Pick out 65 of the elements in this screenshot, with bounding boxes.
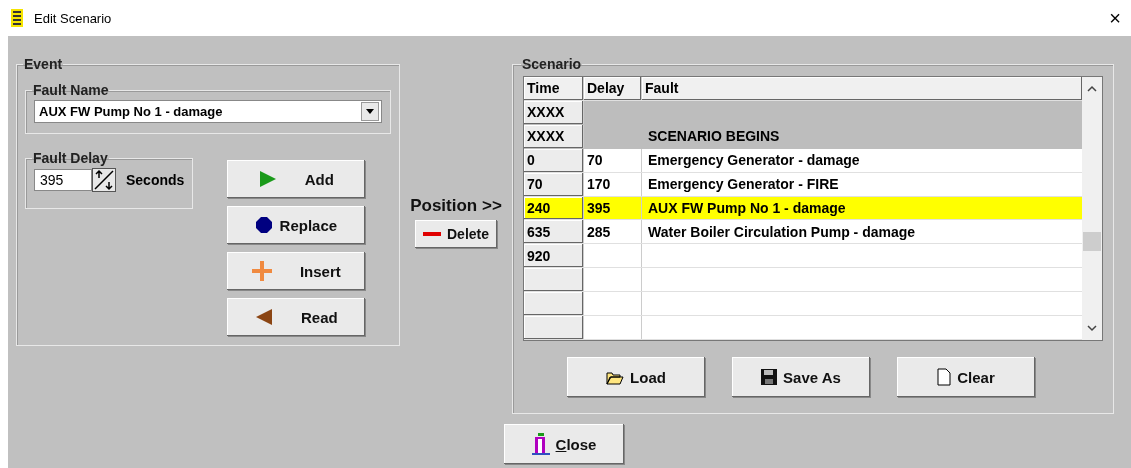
caret-icon	[366, 109, 374, 114]
column-header: Fault	[642, 77, 1082, 100]
door-figure-icon	[531, 433, 550, 455]
fault-cell-text: Emergency Generator - FIRE	[647, 175, 840, 195]
table-row[interactable]: 70 170 Emergency Generator - FIRE	[524, 172, 1082, 197]
scrollbar[interactable]	[1082, 77, 1102, 340]
file-button[interactable]: Load	[567, 357, 705, 397]
fault-name-dropdown[interactable]: AUX FW Pump No 1 - damage	[34, 100, 382, 123]
page-icon	[937, 368, 952, 386]
group-title: Scenario	[521, 56, 583, 72]
time-cell: 920	[524, 244, 584, 268]
play-icon	[258, 170, 277, 188]
file-button[interactable]: Save As	[732, 357, 870, 397]
spin-button[interactable]	[92, 168, 116, 192]
file-button[interactable]: Clear	[897, 357, 1035, 397]
plus-icon	[251, 261, 272, 281]
time-cell	[524, 316, 584, 339]
banner-cell-text: SCENARIO BEGINS	[647, 127, 781, 147]
time-cell: 0	[524, 148, 584, 172]
column-header: Delay	[584, 77, 642, 100]
table-row[interactable]	[524, 316, 1082, 340]
action-button[interactable]: Read	[227, 298, 366, 336]
table-row[interactable]	[524, 292, 1082, 317]
time-cell: 70	[524, 172, 584, 196]
table-row[interactable]: 635 285 Water Boiler Circulation Pump - damage	[524, 220, 1082, 245]
delay-cell: 395	[584, 196, 642, 220]
time-cell: XXXX	[524, 100, 584, 124]
delete-button[interactable]: Delete	[415, 220, 497, 248]
group-title: Fault Delay	[32, 150, 109, 166]
window-title: Edit Scenario	[34, 10, 113, 26]
time-cell	[524, 292, 584, 316]
delay-cell: 285	[584, 220, 642, 244]
dropdown-button[interactable]	[361, 102, 379, 121]
time-cell: 635	[524, 220, 584, 244]
action-button[interactable]: Replace	[227, 206, 366, 244]
folder-icon	[606, 369, 625, 385]
table-row[interactable]	[524, 268, 1082, 293]
fault-cell-text: Emergency Generator - damage	[647, 151, 861, 171]
spinner-icon	[93, 169, 115, 191]
table-row[interactable]: XXXX SCENARIO BEGINS	[524, 124, 1082, 149]
action-button[interactable]: Add	[227, 160, 366, 198]
time-cell: 240	[524, 196, 584, 220]
column-header: Time	[524, 77, 584, 100]
unit-label: Seconds	[126, 172, 185, 188]
action-button[interactable]: Insert	[227, 252, 366, 290]
octagon-icon	[255, 217, 272, 233]
time-cell	[524, 268, 584, 292]
app-icon	[10, 8, 24, 28]
table-row[interactable]: 920	[524, 244, 1082, 269]
delay-input[interactable]: 395	[34, 169, 92, 191]
table-row[interactable]: 240 395 AUX FW Pump No 1 - damage	[524, 196, 1082, 221]
delay-cell: 70	[584, 148, 642, 172]
time-cell: XXXX	[524, 124, 584, 148]
position-label: Position >>	[410, 196, 502, 216]
fault-cell-text: AUX FW Pump No 1 - damage	[647, 199, 847, 218]
group-title: Fault Name	[32, 82, 110, 98]
table-row[interactable]: XXXX	[524, 100, 1082, 125]
back-arrow-icon	[255, 308, 273, 326]
fault-cell-text: Water Boiler Circulation Pump - damage	[647, 222, 917, 242]
close-dialog-button[interactable]: Close	[504, 424, 624, 464]
close-button[interactable]: ×	[1107, 6, 1123, 30]
minus-icon	[423, 232, 441, 236]
table-row[interactable]: 0 70 Emergency Generator - damage	[524, 148, 1082, 173]
delay-cell: 170	[584, 172, 642, 196]
group-title: Event	[23, 56, 64, 72]
